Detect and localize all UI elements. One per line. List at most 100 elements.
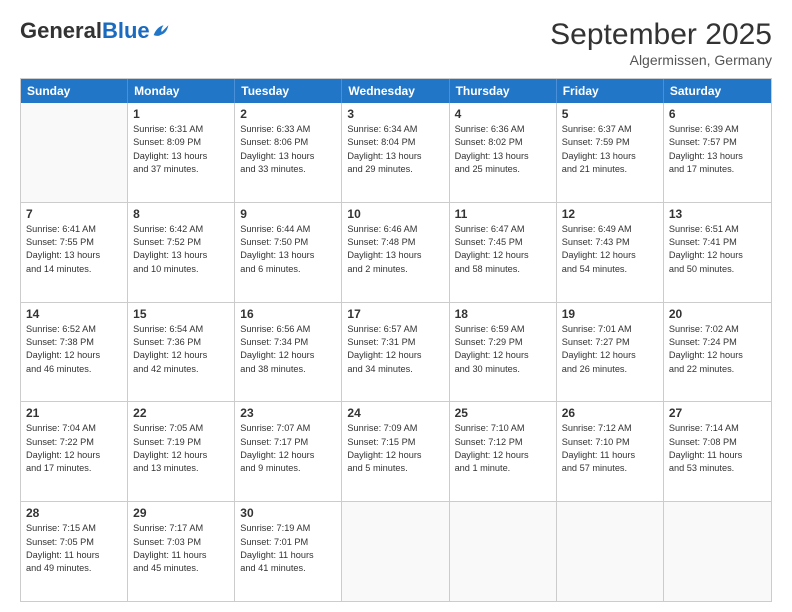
cell-info-line: and 46 minutes. [26,363,122,376]
calendar-cell: 20Sunrise: 7:02 AMSunset: 7:24 PMDayligh… [664,303,771,402]
cell-info-line: Daylight: 13 hours [240,150,336,163]
cell-info-line: Sunset: 7:17 PM [240,436,336,449]
weekday-header: Wednesday [342,79,449,103]
calendar-cell: 28Sunrise: 7:15 AMSunset: 7:05 PMDayligh… [21,502,128,601]
cell-info-line: Sunset: 7:48 PM [347,236,443,249]
cell-info-line: and 22 minutes. [669,363,766,376]
cell-info-line: and 13 minutes. [133,462,229,475]
calendar-cell: 8Sunrise: 6:42 AMSunset: 7:52 PMDaylight… [128,203,235,302]
cell-info-line: and 14 minutes. [26,263,122,276]
cell-info-line: Daylight: 13 hours [347,150,443,163]
cell-info-line: Sunrise: 7:14 AM [669,422,766,435]
logo-general: General [20,18,102,44]
weekday-header: Tuesday [235,79,342,103]
calendar-cell [450,502,557,601]
cell-info-line: Sunset: 7:41 PM [669,236,766,249]
day-number: 4 [455,107,551,121]
cell-info-line: Sunrise: 6:59 AM [455,323,551,336]
calendar-cell: 10Sunrise: 6:46 AMSunset: 7:48 PMDayligh… [342,203,449,302]
calendar-cell: 2Sunrise: 6:33 AMSunset: 8:06 PMDaylight… [235,103,342,202]
calendar-cell: 4Sunrise: 6:36 AMSunset: 8:02 PMDaylight… [450,103,557,202]
cell-info-line: Sunrise: 6:31 AM [133,123,229,136]
cell-info-line: Sunset: 7:22 PM [26,436,122,449]
calendar-cell: 16Sunrise: 6:56 AMSunset: 7:34 PMDayligh… [235,303,342,402]
cell-info-line: and 45 minutes. [133,562,229,575]
cell-info-line: Daylight: 13 hours [347,249,443,262]
cell-info-line: Daylight: 12 hours [455,249,551,262]
title-area: September 2025 Algermissen, Germany [550,18,772,68]
calendar-cell: 6Sunrise: 6:39 AMSunset: 7:57 PMDaylight… [664,103,771,202]
logo: GeneralBlue [20,18,170,44]
cell-info-line: and 26 minutes. [562,363,658,376]
cell-info-line: Daylight: 13 hours [133,249,229,262]
calendar-row: 28Sunrise: 7:15 AMSunset: 7:05 PMDayligh… [21,501,771,601]
calendar-cell: 30Sunrise: 7:19 AMSunset: 7:01 PMDayligh… [235,502,342,601]
cell-info-line: and 9 minutes. [240,462,336,475]
cell-info-line: Sunrise: 6:52 AM [26,323,122,336]
cell-info-line: Daylight: 12 hours [347,449,443,462]
cell-info-line: Daylight: 13 hours [133,150,229,163]
cell-info-line: Daylight: 12 hours [240,349,336,362]
cell-info-line: Sunrise: 7:09 AM [347,422,443,435]
cell-info-line: Daylight: 11 hours [669,449,766,462]
day-number: 5 [562,107,658,121]
cell-info-line: Daylight: 13 hours [562,150,658,163]
cell-info-line: Sunrise: 7:19 AM [240,522,336,535]
cell-info-line: Daylight: 13 hours [26,249,122,262]
calendar-body: 1Sunrise: 6:31 AMSunset: 8:09 PMDaylight… [21,103,771,601]
cell-info-line: Sunset: 7:08 PM [669,436,766,449]
calendar-row: 21Sunrise: 7:04 AMSunset: 7:22 PMDayligh… [21,401,771,501]
calendar-cell: 24Sunrise: 7:09 AMSunset: 7:15 PMDayligh… [342,402,449,501]
day-number: 19 [562,307,658,321]
page: GeneralBlue September 2025 Algermissen, … [0,0,792,612]
cell-info-line: Daylight: 12 hours [26,349,122,362]
calendar-cell: 3Sunrise: 6:34 AMSunset: 8:04 PMDaylight… [342,103,449,202]
calendar-cell: 25Sunrise: 7:10 AMSunset: 7:12 PMDayligh… [450,402,557,501]
cell-info-line: Sunrise: 6:37 AM [562,123,658,136]
cell-info-line: Daylight: 11 hours [240,549,336,562]
cell-info-line: and 30 minutes. [455,363,551,376]
calendar-row: 14Sunrise: 6:52 AMSunset: 7:38 PMDayligh… [21,302,771,402]
calendar-row: 7Sunrise: 6:41 AMSunset: 7:55 PMDaylight… [21,202,771,302]
cell-info-line: Daylight: 12 hours [455,449,551,462]
cell-info-line: and 6 minutes. [240,263,336,276]
day-number: 2 [240,107,336,121]
logo-blue: Blue [102,18,150,44]
cell-info-line: Sunrise: 6:41 AM [26,223,122,236]
cell-info-line: Sunset: 7:55 PM [26,236,122,249]
header: GeneralBlue September 2025 Algermissen, … [20,18,772,68]
cell-info-line: Daylight: 12 hours [26,449,122,462]
cell-info-line: Daylight: 12 hours [455,349,551,362]
calendar-cell [342,502,449,601]
calendar-cell: 22Sunrise: 7:05 AMSunset: 7:19 PMDayligh… [128,402,235,501]
cell-info-line: and 5 minutes. [347,462,443,475]
calendar-cell: 7Sunrise: 6:41 AMSunset: 7:55 PMDaylight… [21,203,128,302]
cell-info-line: Sunrise: 6:57 AM [347,323,443,336]
cell-info-line: Sunrise: 6:34 AM [347,123,443,136]
month-title: September 2025 [550,18,772,52]
cell-info-line: and 21 minutes. [562,163,658,176]
cell-info-line: and 33 minutes. [240,163,336,176]
cell-info-line: and 17 minutes. [669,163,766,176]
cell-info-line: Sunset: 7:19 PM [133,436,229,449]
weekday-header: Friday [557,79,664,103]
day-number: 28 [26,506,122,520]
cell-info-line: Daylight: 13 hours [669,150,766,163]
cell-info-line: and 29 minutes. [347,163,443,176]
cell-info-line: Daylight: 11 hours [562,449,658,462]
cell-info-line: Sunset: 7:29 PM [455,336,551,349]
day-number: 20 [669,307,766,321]
cell-info-line: Daylight: 12 hours [240,449,336,462]
day-number: 27 [669,406,766,420]
cell-info-line: Sunset: 7:15 PM [347,436,443,449]
cell-info-line: Sunset: 7:52 PM [133,236,229,249]
calendar: SundayMondayTuesdayWednesdayThursdayFrid… [20,78,772,602]
cell-info-line: and 58 minutes. [455,263,551,276]
cell-info-line: Sunrise: 6:56 AM [240,323,336,336]
day-number: 3 [347,107,443,121]
cell-info-line: Sunrise: 7:07 AM [240,422,336,435]
day-number: 1 [133,107,229,121]
cell-info-line: Daylight: 12 hours [562,249,658,262]
calendar-header: SundayMondayTuesdayWednesdayThursdayFrid… [21,79,771,103]
cell-info-line: and 54 minutes. [562,263,658,276]
